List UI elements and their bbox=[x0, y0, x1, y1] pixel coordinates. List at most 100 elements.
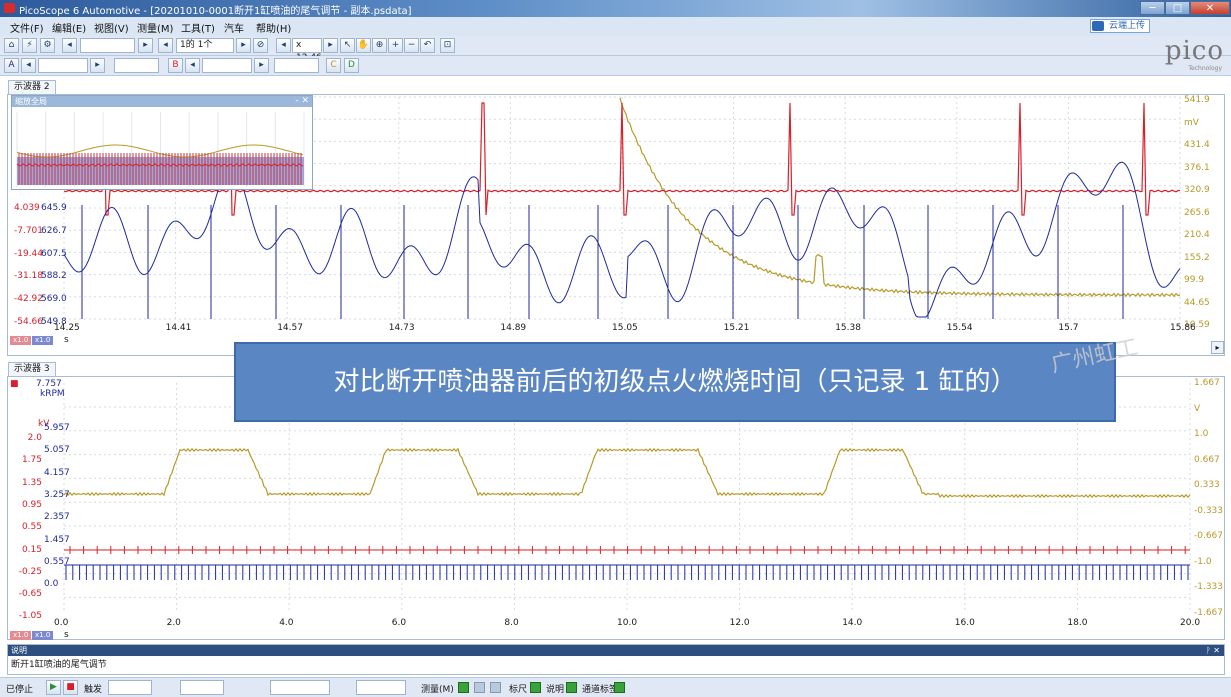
scope-1-x-tick: 15.54 bbox=[946, 323, 973, 333]
zoom-area-icon[interactable]: ⊕ bbox=[372, 38, 387, 53]
scope-1-left-axis-b-label: 607.5 bbox=[41, 248, 67, 259]
next-icon[interactable]: ▸ bbox=[138, 38, 153, 53]
channel-label-toggle[interactable]: 通道标签 bbox=[582, 682, 618, 695]
ruler-label[interactable]: 标尺 bbox=[509, 682, 527, 695]
scope-2-x-tick: 6.0 bbox=[391, 618, 407, 628]
scale-chip-blue-2[interactable]: x1.0 bbox=[32, 631, 54, 640]
home-icon[interactable]: ⌂ bbox=[4, 38, 19, 53]
scope-2-left-axis-b-label: 4.157 bbox=[44, 467, 70, 478]
menu-automotive[interactable]: 汽车 bbox=[224, 20, 244, 35]
scope-1-x-tick: 15.7 bbox=[1058, 323, 1079, 333]
toolbar-capture: ⌂ ⚡ ⚙ ◂ ▸ ◂ 1的 1个 ▸ ⊘ ◂ x 12.46 ▸ ↖ ✋ ⊕ … bbox=[0, 36, 1231, 63]
pico-logo-subtitle: Technology bbox=[1188, 65, 1222, 72]
trigger-channel-select[interactable] bbox=[180, 680, 224, 695]
zoom-prev-icon[interactable]: ◂ bbox=[276, 38, 291, 53]
buffer-index[interactable]: 1的 1个 bbox=[176, 38, 234, 53]
prev-icon[interactable]: ◂ bbox=[62, 38, 77, 53]
menu-help[interactable]: 帮助(H) bbox=[256, 20, 291, 35]
scope-2-left-axis-kv-label: 0.95 bbox=[21, 499, 42, 510]
zoom-next-icon[interactable]: ▸ bbox=[323, 38, 338, 53]
trigger-delay-field[interactable] bbox=[356, 680, 406, 695]
trigger-level-field[interactable] bbox=[270, 680, 330, 695]
signal-icon[interactable]: ⚡ bbox=[22, 38, 37, 53]
scale-chip-blue[interactable]: x1.0 bbox=[32, 336, 54, 345]
scope-2-left-axis-kv-label: -0.65 bbox=[18, 589, 42, 600]
hand-icon[interactable]: ✋ bbox=[356, 38, 371, 53]
minimize-button[interactable]: ─ bbox=[1140, 1, 1165, 15]
cloud-upload-button[interactable]: 云端上传 bbox=[1090, 19, 1150, 33]
note-toggle-icon[interactable] bbox=[566, 682, 577, 693]
channel-a-range[interactable] bbox=[38, 58, 88, 73]
zoom-overview-close-icon[interactable]: - ✕ bbox=[295, 96, 309, 107]
scope-2-x-unit: s bbox=[64, 630, 69, 640]
channel-label-icon[interactable] bbox=[614, 682, 625, 693]
ruler-toggle-icon[interactable] bbox=[530, 682, 541, 693]
zoom-in-icon[interactable]: + bbox=[388, 38, 403, 53]
channel-b-range[interactable] bbox=[202, 58, 252, 73]
buffer-prev-icon[interactable]: ◂ bbox=[158, 38, 173, 53]
scope-2-left-axis-kv-label: 0.15 bbox=[21, 544, 42, 555]
channel-b-range-prev-icon[interactable]: ◂ bbox=[185, 58, 200, 73]
scope-tab-2[interactable]: 示波器 3 bbox=[8, 362, 56, 376]
scope-1-right-axis-label: 155.2 bbox=[1184, 252, 1210, 263]
scope-2-top-value: 7.757 bbox=[36, 379, 62, 389]
pico-logo-text: pico bbox=[1164, 36, 1224, 66]
scope-2-left-axis-kv-label: -1.05 bbox=[18, 611, 42, 622]
zoom-overview-plot[interactable] bbox=[12, 107, 312, 189]
add-measurement-icon[interactable] bbox=[458, 682, 469, 693]
start-icon[interactable]: ▶ bbox=[46, 680, 61, 695]
channel-b-coupling[interactable] bbox=[274, 58, 319, 73]
scope-2-left-axis-b-label: 2.357 bbox=[44, 512, 70, 523]
channel-d-button[interactable]: D bbox=[344, 58, 359, 73]
close-button[interactable]: ✕ bbox=[1190, 1, 1230, 15]
measure-label[interactable]: 测量(M) bbox=[421, 682, 454, 695]
stop-icon[interactable]: ■ bbox=[63, 680, 78, 695]
scope-1-left-axis-a-label: 4.039 bbox=[14, 203, 40, 213]
scroll-right-icon[interactable]: ▸ bbox=[1211, 341, 1224, 354]
zoom-out-icon[interactable]: − bbox=[404, 38, 419, 53]
trace-rpm-markers bbox=[64, 546, 1190, 554]
zoom-fit-icon[interactable]: ⊡ bbox=[440, 38, 455, 53]
trigger-mode-select[interactable] bbox=[108, 680, 152, 695]
notes-pin-close-icon[interactable]: ᚹ ✕ bbox=[1206, 645, 1220, 656]
trigger-label: 触发 bbox=[84, 685, 103, 695]
scope-2-right-axis-label: V bbox=[1194, 403, 1201, 414]
scope-1-left-axis-b-label: 569.0 bbox=[41, 294, 67, 305]
menu-file[interactable]: 文件(F) bbox=[10, 20, 44, 35]
menu-measure[interactable]: 测量(M) bbox=[137, 20, 173, 35]
scope-1-x-tick: 14.89 bbox=[500, 323, 527, 333]
pointer-icon[interactable]: ↖ bbox=[340, 38, 355, 53]
channel-b-range-next-icon[interactable]: ▸ bbox=[254, 58, 269, 73]
channel-a-button[interactable]: A bbox=[4, 58, 19, 73]
scope-1-x-tick: 15.05 bbox=[612, 323, 638, 333]
cloud-upload-label: 云端上传 bbox=[1109, 21, 1146, 31]
channel-b-button[interactable]: B bbox=[168, 58, 183, 73]
scale-chip-red-2[interactable]: x1.0 bbox=[10, 631, 32, 640]
channel-a-range-prev-icon[interactable]: ◂ bbox=[21, 58, 36, 73]
buffer-navigator-icon[interactable]: ⊘ bbox=[253, 38, 268, 53]
scope-1-left-axis-a-label: -31.18 bbox=[14, 271, 44, 282]
notes-panel[interactable]: 说明 ᚹ ✕ 断开1缸喷油的尾气调节 bbox=[7, 644, 1225, 675]
note-label[interactable]: 说明 bbox=[546, 682, 564, 695]
undo-zoom-icon[interactable]: ↶ bbox=[420, 38, 435, 53]
delete-measurement-icon[interactable] bbox=[490, 682, 501, 693]
channel-a-coupling[interactable] bbox=[114, 58, 159, 73]
zoom-level[interactable]: x 12.46 bbox=[292, 38, 322, 63]
scope-2-x-tick: 8.0 bbox=[504, 618, 519, 628]
channel-a-range-next-icon[interactable]: ▸ bbox=[90, 58, 105, 73]
maximize-button[interactable]: □ bbox=[1165, 1, 1190, 15]
scope-2-x-tick: 2.0 bbox=[166, 618, 181, 628]
buffer-next-icon[interactable]: ▸ bbox=[236, 38, 251, 53]
timebase-select[interactable] bbox=[80, 38, 135, 53]
picoscope-app-icon bbox=[4, 3, 15, 13]
scale-chip-red[interactable]: x1.0 bbox=[10, 336, 32, 345]
scope-tab-1[interactable]: 示波器 2 bbox=[8, 80, 56, 94]
notes-text[interactable]: 断开1缸喷油的尾气调节 bbox=[8, 656, 1224, 671]
menu-edit[interactable]: 编辑(E) bbox=[52, 20, 86, 35]
menu-view[interactable]: 视图(V) bbox=[94, 20, 129, 35]
edit-measurement-icon[interactable] bbox=[474, 682, 485, 693]
menu-tools[interactable]: 工具(T) bbox=[181, 20, 215, 35]
settings-icon[interactable]: ⚙ bbox=[40, 38, 55, 53]
channel-c-button[interactable]: C bbox=[326, 58, 341, 73]
zoom-overview-window[interactable]: 缩放全局 - ✕ bbox=[11, 95, 313, 190]
